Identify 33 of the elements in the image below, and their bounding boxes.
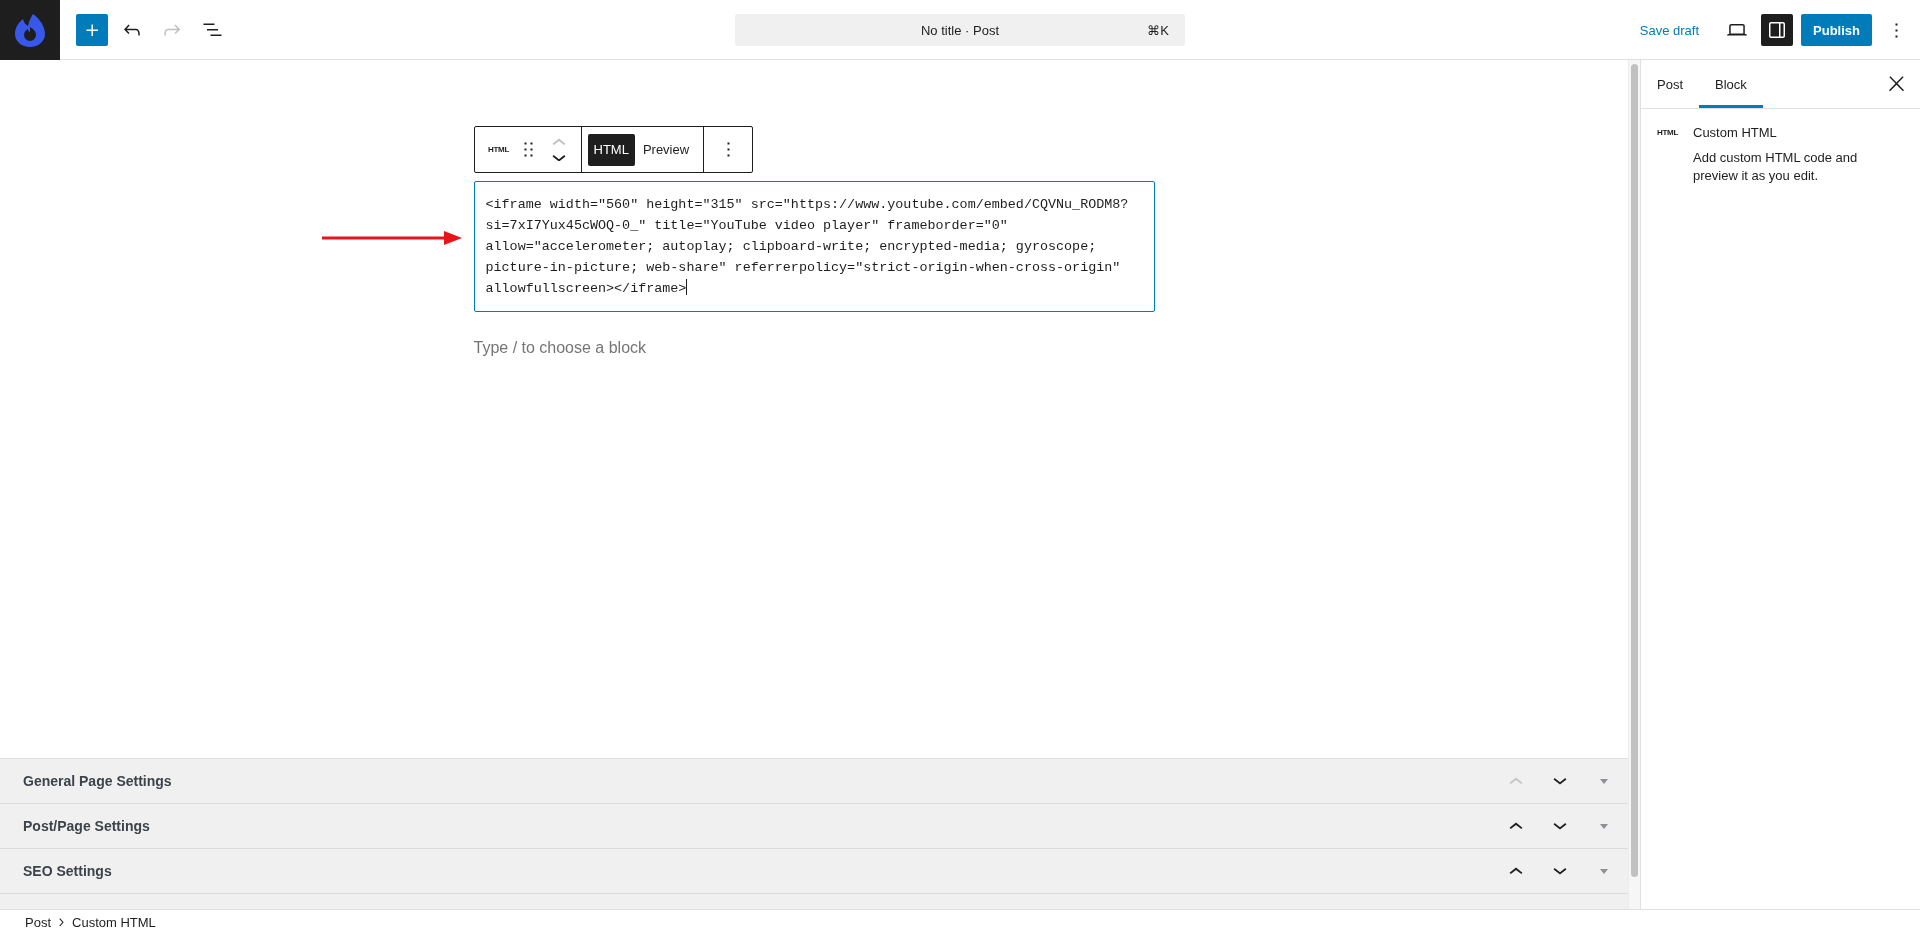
mode-tab[interactable]: HTML — [587, 133, 635, 166]
list-view-icon — [202, 23, 222, 37]
more-vertical-icon — [726, 142, 730, 157]
plus-icon — [85, 23, 99, 37]
more-vertical-icon — [1894, 22, 1898, 38]
sidebar-tab[interactable]: Block — [1699, 60, 1763, 108]
triangle-down-icon — [1600, 868, 1608, 874]
settings-toggle-button[interactable] — [1761, 14, 1794, 46]
site-logo-button[interactable] — [0, 0, 60, 60]
panel-title[interactable]: SEO Settings — [23, 863, 1490, 879]
chevron-right-icon — [59, 917, 64, 927]
add-block-button[interactable] — [76, 14, 108, 46]
flame-logo-icon — [13, 12, 47, 48]
html-code-editor[interactable]: <iframe width="560" height="315" src="https://www.youtube.com/embed/CQVNu_RODM8? si=7xI7Yux45cWOQ-0_" title="YouTube video player" frameborder="0" allow="accelerometer; autoplay; clipboard-write; encrypted-media; gyroscope; picture-in-picture; web-share" referrerpolicy="strict-origin-when-cross-origin" allowfullscreen></iframe> — [473, 181, 1155, 312]
drag-handle-icon — [524, 142, 533, 157]
publish-button[interactable]: Publish — [1801, 14, 1872, 46]
mode-tab[interactable]: Preview — [636, 133, 696, 166]
block-type-button[interactable]: HTML — [480, 133, 517, 166]
command-bar[interactable]: No title · Post ⌘K — [735, 14, 1185, 46]
empty-block-placeholder[interactable]: Type / to choose a block — [473, 338, 1155, 358]
breadcrumb-link[interactable]: Post — [19, 914, 57, 930]
block-description: Add custom HTML code and preview it as you edit. — [1693, 149, 1859, 185]
panel-title[interactable]: Post/Page Settings — [23, 818, 1490, 834]
breadcrumb-link[interactable]: Custom HTML — [66, 914, 162, 930]
scrollbar-thumb[interactable] — [1631, 64, 1638, 877]
panel-title[interactable]: General Page Settings — [23, 773, 1490, 789]
save-draft-button[interactable]: Save draft — [1631, 14, 1708, 46]
close-icon — [1888, 76, 1904, 92]
triangle-down-icon — [1600, 823, 1608, 829]
block-type-icon: HTML — [1657, 125, 1681, 185]
block-title: Custom HTML — [1693, 124, 1778, 142]
triangle-down-icon — [1600, 778, 1608, 784]
sidebar-tab[interactable]: Post — [1641, 60, 1699, 108]
